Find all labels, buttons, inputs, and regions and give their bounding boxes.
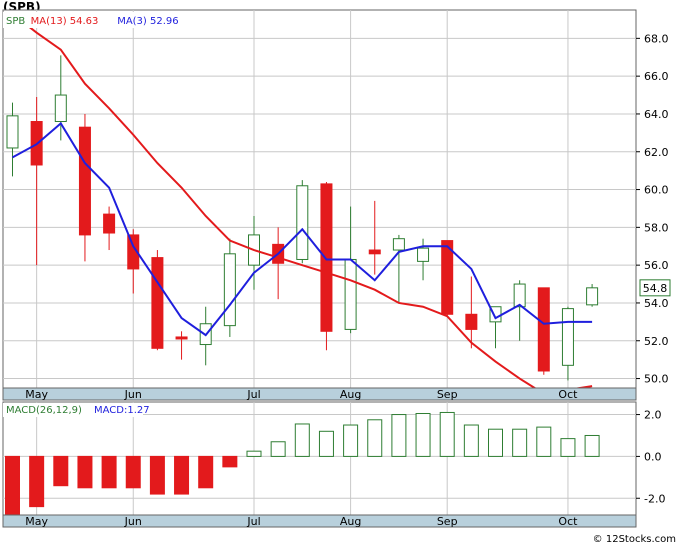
price-x-axis-band <box>2 387 637 401</box>
macd-bar-positive <box>246 450 262 457</box>
price-x-tick-label: Sep <box>437 388 458 401</box>
macd-bar-negative <box>5 455 20 516</box>
macd-bar-negative <box>198 455 214 489</box>
price-y-tick-label: 58.0 <box>644 221 669 234</box>
stock-chart: (SPB)50.052.054.056.058.060.062.064.066.… <box>2 0 676 545</box>
candle-up <box>296 185 309 260</box>
price-y-tick-label: 68.0 <box>644 32 669 45</box>
candle-down <box>151 257 164 349</box>
price-y-tick-label: 56.0 <box>644 259 669 272</box>
watermark-text: © 12Stocks.com <box>593 534 676 545</box>
candle-up <box>417 247 430 262</box>
macd-bar-positive <box>536 426 552 457</box>
price-y-tick-label: 50.0 <box>644 373 669 386</box>
candle-down <box>368 249 381 255</box>
macd-bar-positive <box>439 411 455 457</box>
macd-y-tick-label: 2.0 <box>644 409 662 422</box>
candle-up <box>586 287 599 306</box>
macd-bar-positive <box>270 441 286 457</box>
candle-up <box>6 115 19 149</box>
macd-bar-positive <box>294 423 310 457</box>
price-x-tick-label: Jul <box>246 388 260 401</box>
candle-down <box>537 287 550 372</box>
macd-y-tick-label: 0.0 <box>644 450 662 463</box>
candle-up <box>344 258 357 330</box>
macd-bar-negative <box>53 455 69 487</box>
macd-bar-negative <box>29 455 45 508</box>
candle-down <box>103 213 116 234</box>
macd-bar-negative <box>222 455 238 468</box>
macd-bar-positive <box>343 424 359 457</box>
price-y-tick-label: 52.0 <box>644 335 669 348</box>
macd-bar-positive <box>560 438 576 457</box>
price-x-tick-label: May <box>25 388 48 401</box>
macd-bar-negative <box>101 455 117 489</box>
macd-bar-negative <box>125 455 141 489</box>
macd-bar-positive <box>512 428 528 457</box>
macd-bar-positive <box>488 428 503 457</box>
candle-up <box>223 253 236 327</box>
macd-bar-negative <box>149 455 165 495</box>
price-x-tick-label: Jun <box>124 388 142 401</box>
candle-up <box>392 238 405 251</box>
macd-x-tick-label: Aug <box>340 515 361 528</box>
macd-bar-positive <box>367 419 383 457</box>
price-x-tick-label: Aug <box>340 388 361 401</box>
macd-bar-negative <box>174 455 190 495</box>
macd-bar-positive <box>584 434 600 457</box>
macd-x-tick-label: Sep <box>437 515 458 528</box>
candle-up <box>54 94 67 123</box>
macd-x-tick-label: Oct <box>558 515 578 528</box>
candle-down <box>320 183 333 332</box>
price-legend-item: MA(3) 52.96 <box>117 16 178 27</box>
macd-x-axis-band <box>2 514 637 528</box>
candle-down <box>465 313 478 330</box>
price-y-tick-label: 60.0 <box>644 184 669 197</box>
macd-x-tick-label: Jul <box>246 515 260 528</box>
price-legend-item: SPB <box>6 16 25 27</box>
macd-x-tick-label: May <box>25 515 48 528</box>
price-x-tick-label: Oct <box>558 388 578 401</box>
macd-bar-positive <box>463 424 479 457</box>
candle-down <box>441 240 454 315</box>
price-y-tick-label: 66.0 <box>644 70 669 83</box>
candle-up <box>513 283 526 308</box>
macd-bar-positive <box>318 430 334 457</box>
macd-y-tick-label: -2.0 <box>644 492 665 505</box>
macd-bar-negative <box>77 455 93 489</box>
candle-down <box>78 126 91 236</box>
last-price-label: 54.8 <box>643 282 668 295</box>
macd-bar-positive <box>415 413 431 457</box>
macd-x-tick-label: Jun <box>124 515 142 528</box>
candle-up <box>561 308 574 366</box>
candle-down <box>175 336 188 340</box>
macd-bar-positive <box>391 414 407 457</box>
price-y-tick-label: 64.0 <box>644 108 669 121</box>
macd-legend-item: MACD:1.27 <box>94 405 150 416</box>
macd-legend-item: MACD(26,12,9) <box>6 405 82 416</box>
price-y-tick-label: 54.0 <box>644 297 669 310</box>
price-y-tick-label: 62.0 <box>644 146 669 159</box>
price-legend-item: MA(13) 54.63 <box>31 16 99 27</box>
